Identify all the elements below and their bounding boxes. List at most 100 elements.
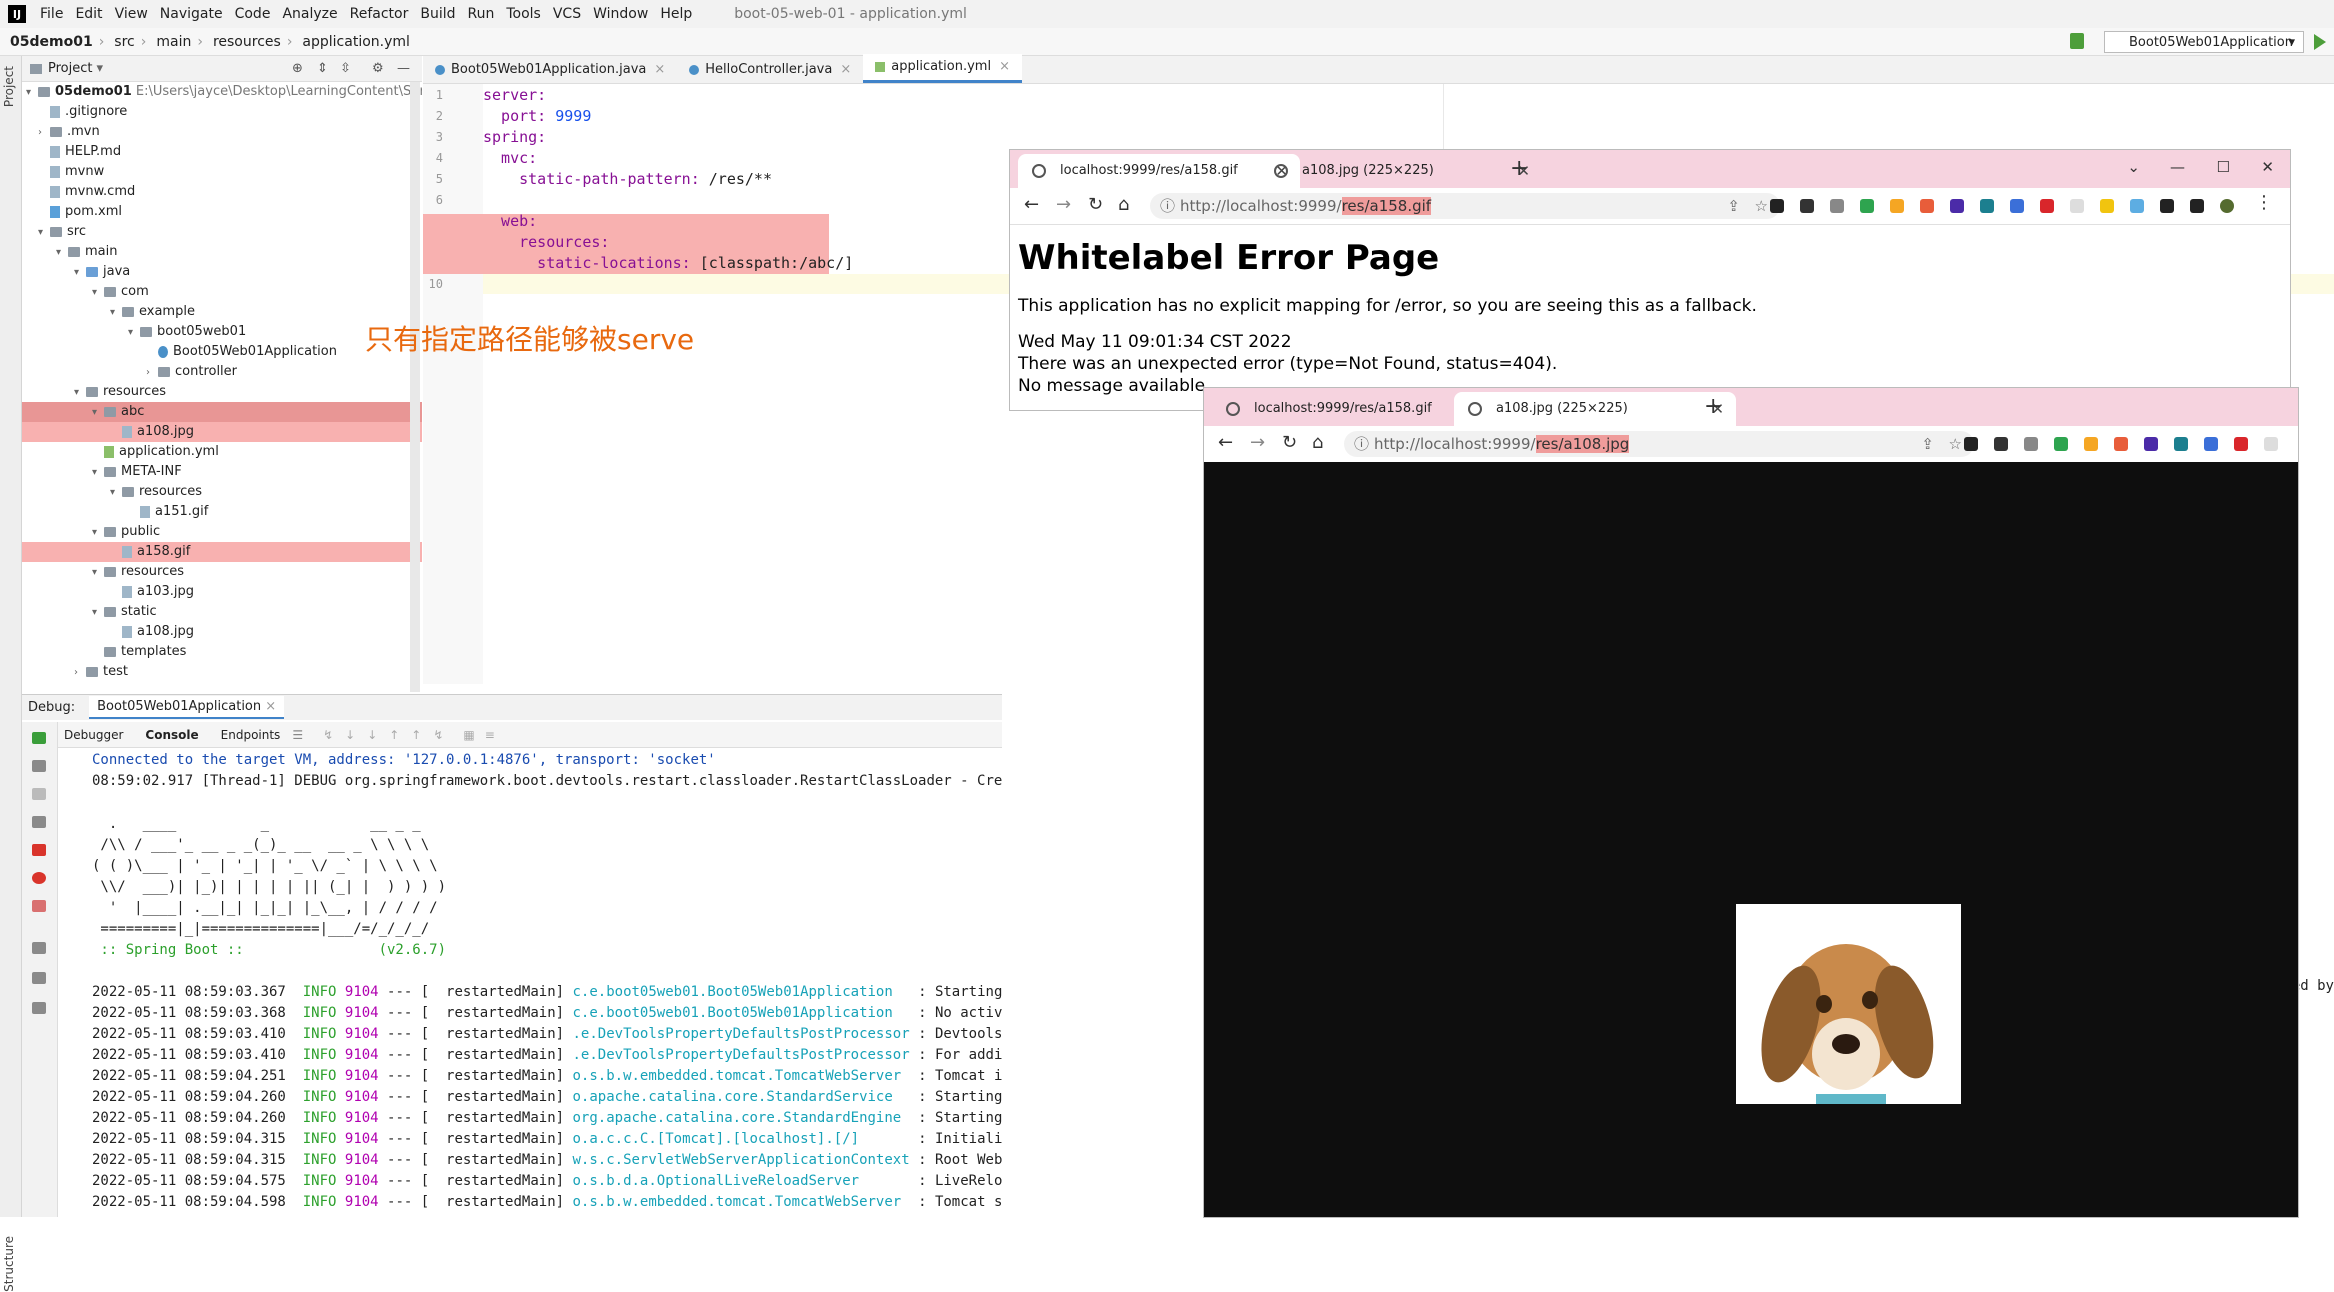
- extension-icon[interactable]: [1950, 199, 1964, 213]
- close-icon[interactable]: ×: [999, 54, 1010, 80]
- step-icons[interactable]: ↯↓↓↑↑↯: [323, 728, 455, 742]
- tree-item-static-a108[interactable]: a108.jpg: [22, 622, 422, 642]
- more-icon[interactable]: ⋮: [2255, 192, 2273, 213]
- tree-item-abc-a108[interactable]: a108.jpg: [22, 422, 422, 442]
- extension-icon[interactable]: [2040, 199, 2054, 213]
- new-tab-icon[interactable]: +: [1704, 394, 1722, 419]
- menu-window[interactable]: Window: [593, 6, 648, 22]
- breadcrumb-resources[interactable]: resources: [213, 34, 281, 50]
- tree-item-boot05web01[interactable]: ▾ boot05web01: [22, 322, 422, 342]
- menu-edit[interactable]: Edit: [75, 6, 102, 22]
- tree-item-a103[interactable]: a103.jpg: [22, 582, 422, 602]
- project-panel-label[interactable]: Project: [48, 61, 92, 76]
- forward-icon[interactable]: →: [1250, 432, 1265, 453]
- address-bar[interactable]: ⓘ http://localhost:9999/res/a158.gif ⇪ ☆: [1150, 193, 1780, 219]
- menu-refactor[interactable]: Refactor: [350, 6, 409, 22]
- extension-icon[interactable]: [2234, 437, 2248, 451]
- browser-tab-a108[interactable]: a108.jpg (225×225) ✕: [1260, 154, 1542, 188]
- avatar[interactable]: [2220, 199, 2234, 213]
- tree-item-meta-inf[interactable]: ▾ META-INF: [22, 462, 422, 482]
- extension-icon[interactable]: [2114, 437, 2128, 451]
- menu-view[interactable]: View: [115, 6, 148, 22]
- extension-icon[interactable]: [2084, 437, 2098, 451]
- window-close-icon[interactable]: ✕: [2261, 158, 2274, 176]
- tree-item-abc[interactable]: ▾ abc: [22, 402, 422, 422]
- browser-tab-a108[interactable]: a108.jpg (225×225) ✕: [1454, 392, 1736, 426]
- project-strip-label[interactable]: Project: [2, 66, 16, 107]
- tree-item-public[interactable]: ▾ public: [22, 522, 422, 542]
- menu-build[interactable]: Build: [420, 6, 455, 22]
- dog-image[interactable]: [1736, 904, 1961, 1104]
- locate-icon[interactable]: ⊕: [292, 61, 303, 76]
- extension-icon[interactable]: [2024, 437, 2038, 451]
- extension-icon[interactable]: [1980, 199, 1994, 213]
- tree-item-controller[interactable]: › controller: [22, 362, 422, 382]
- menu-analyze[interactable]: Analyze: [282, 6, 337, 22]
- minimize-icon[interactable]: —: [397, 61, 410, 76]
- menu-vcs[interactable]: VCS: [553, 6, 581, 22]
- resume-icon[interactable]: [32, 788, 46, 800]
- pin-icon[interactable]: [32, 1002, 46, 1014]
- tree-item-test[interactable]: › test: [22, 662, 422, 682]
- tree-item-mvnw-cmd[interactable]: mvnw.cmd: [22, 182, 422, 202]
- extension-icon[interactable]: [2070, 199, 2084, 213]
- tab-hello-controller[interactable]: HelloController.java ×: [677, 57, 863, 83]
- debug-config-tab[interactable]: Boot05Web01Application ×: [89, 696, 285, 719]
- close-icon[interactable]: ×: [654, 57, 665, 83]
- chevron-down-icon[interactable]: ▾: [96, 61, 103, 76]
- tab-debugger[interactable]: Debugger: [64, 728, 123, 742]
- extension-icon[interactable]: [1920, 199, 1934, 213]
- tree-item-pom[interactable]: pom.xml: [22, 202, 422, 222]
- menu-code[interactable]: Code: [235, 6, 271, 22]
- tree-item-gitignore[interactable]: .gitignore: [22, 102, 422, 122]
- minimize-icon[interactable]: —: [2170, 158, 2185, 176]
- star-icon[interactable]: ☆: [1755, 193, 1768, 219]
- chevron-down-icon[interactable]: ⌄: [2127, 158, 2140, 176]
- reload-icon[interactable]: ↻: [1282, 432, 1297, 453]
- home-icon[interactable]: ⌂: [1312, 432, 1323, 453]
- extension-icon[interactable]: [1890, 199, 1904, 213]
- tree-item-project[interactable]: ▾ 05demo01 E:\Users\jayce\Desktop\Learnin…: [22, 82, 422, 102]
- tree-scrollbar[interactable]: [410, 82, 420, 692]
- browser-tab-a158[interactable]: localhost:9999/res/a158.gif✕: [1018, 154, 1300, 188]
- extension-icon[interactable]: [1770, 199, 1784, 213]
- breadcrumb-main[interactable]: main: [156, 34, 191, 50]
- extension-icon[interactable]: [2264, 437, 2278, 451]
- extension-icon[interactable]: [1860, 199, 1874, 213]
- rerun-icon[interactable]: [32, 732, 46, 744]
- tree-item-application-class[interactable]: Boot05Web01Application: [22, 342, 422, 362]
- breadcrumb-project[interactable]: 05demo01: [10, 34, 93, 50]
- tree-item-templates[interactable]: templates: [22, 642, 422, 662]
- run-icon[interactable]: [2314, 34, 2326, 50]
- menu-navigate[interactable]: Navigate: [160, 6, 223, 22]
- menu-run[interactable]: Run: [468, 6, 495, 22]
- tree-item-com[interactable]: ▾ com: [22, 282, 422, 302]
- star-icon[interactable]: ☆: [1949, 431, 1962, 457]
- new-tab-icon[interactable]: +: [1510, 156, 1528, 181]
- extension-icon[interactable]: [1994, 437, 2008, 451]
- extension-icon[interactable]: [2100, 199, 2114, 213]
- close-icon[interactable]: ×: [265, 699, 276, 714]
- menu-file[interactable]: File: [40, 6, 63, 22]
- table-icon[interactable]: ▦: [463, 728, 474, 742]
- tree-item-resources[interactable]: ▾ resources: [22, 382, 422, 402]
- wrench-icon[interactable]: [32, 760, 46, 772]
- tree-item-static[interactable]: ▾ static: [22, 602, 422, 622]
- settings-icon[interactable]: [32, 972, 46, 984]
- tree-item-src[interactable]: ▾ src: [22, 222, 422, 242]
- breadcrumb-file[interactable]: application.yml: [302, 34, 410, 50]
- tab-application-yml[interactable]: application.yml ×: [863, 54, 1022, 83]
- tree-item-res-resources[interactable]: ▾ resources: [22, 562, 422, 582]
- tree-item-java[interactable]: ▾ java: [22, 262, 422, 282]
- gear-icon[interactable]: ⚙: [372, 61, 384, 76]
- reload-icon[interactable]: ↻: [1088, 194, 1103, 215]
- breadcrumb-src[interactable]: src: [114, 34, 134, 50]
- tree-item-help[interactable]: HELP.md: [22, 142, 422, 162]
- address-bar[interactable]: ⓘ http://localhost:9999/res/a108.jpg ⇪ ☆: [1344, 431, 1974, 457]
- structure-strip-label[interactable]: Structure: [2, 1236, 16, 1292]
- extension-icon[interactable]: [2130, 199, 2144, 213]
- extension-icon[interactable]: [2174, 437, 2188, 451]
- menu-help[interactable]: Help: [660, 6, 692, 22]
- extension-icon[interactable]: [1800, 199, 1814, 213]
- home-icon[interactable]: ⌂: [1118, 194, 1129, 215]
